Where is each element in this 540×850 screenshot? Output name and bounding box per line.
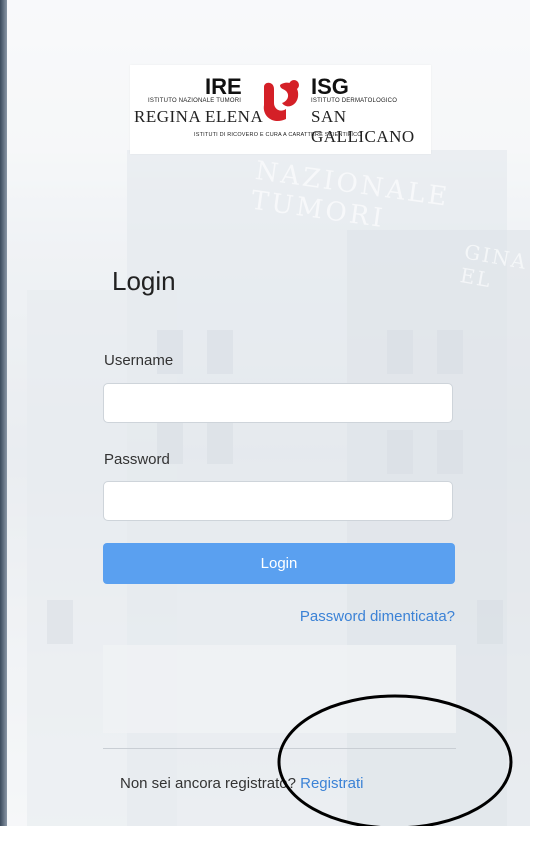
ire-isg-logo-mark-icon <box>263 80 299 122</box>
logo-right-small-text: ISTITUTO DERMATOLOGICO <box>311 98 398 104</box>
logo-footer-text: ISTITUTI DI RICOVERO E CURA A CARATTERE … <box>194 132 362 138</box>
right-margin <box>530 0 540 850</box>
register-prompt-text: Non sei ancora registrato? <box>120 775 296 792</box>
login-button[interactable]: Login <box>103 543 455 584</box>
password-label: Password <box>104 451 170 468</box>
page-title: Login <box>112 266 176 296</box>
annotation-ellipse <box>277 694 513 830</box>
username-label: Username <box>104 352 174 369</box>
username-field[interactable] <box>103 383 453 423</box>
logo-left-name: REGINA ELENA <box>134 107 264 126</box>
logo-isg-acronym: ISG <box>311 74 349 99</box>
window-left-edge <box>0 0 7 850</box>
logo-left-small-text: ISTITUTO NAZIONALE TUMORI <box>148 98 242 104</box>
forgot-password-link[interactable]: Password dimenticata? <box>300 608 455 625</box>
logo-ire-acronym: IRE <box>205 74 242 99</box>
logo-right-name: SAN GALLICANO <box>311 107 415 146</box>
page-frame: NAZIONALE TUMORI GINA EL IRE ISTITUTO NA… <box>0 0 540 850</box>
bottom-margin <box>0 826 540 850</box>
institution-logo: IRE ISTITUTO NAZIONALE TUMORI REGINA ELE… <box>130 65 431 154</box>
password-field[interactable] <box>103 481 453 521</box>
